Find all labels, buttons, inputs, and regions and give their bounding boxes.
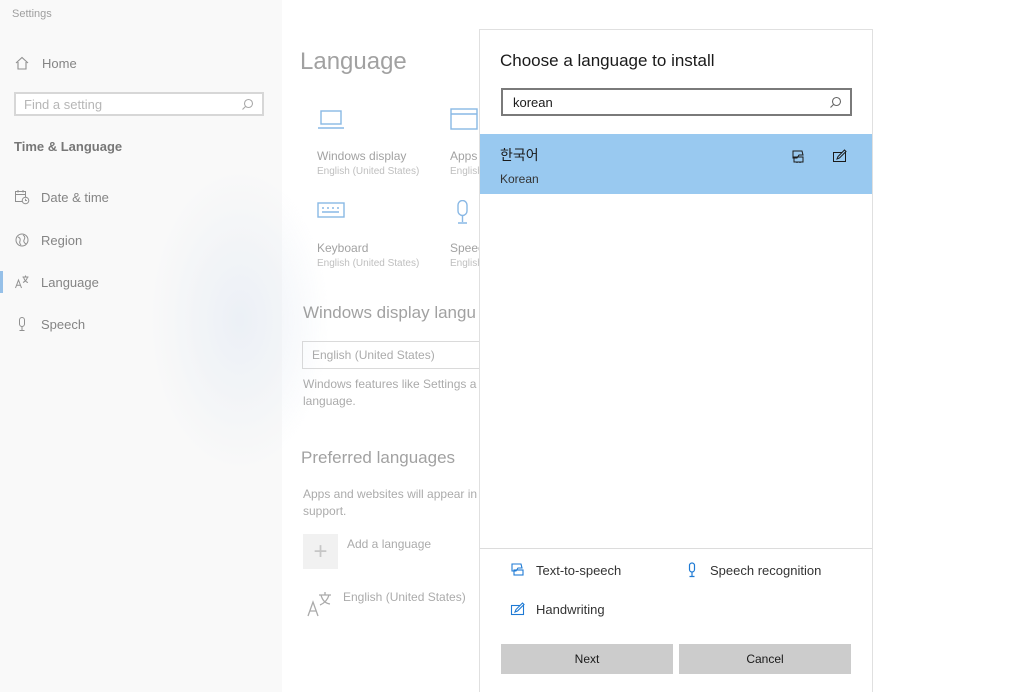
search-icon (242, 98, 254, 110)
display-language-desc: Windows features like Settings a languag… (303, 376, 476, 410)
choose-language-dialog: Choose a language to install 한국어 Korean (479, 29, 873, 692)
language-result-korean[interactable]: 한국어 Korean (480, 134, 872, 194)
microphone-icon (19, 317, 25, 331)
feature-text-to-speech: Text-to-speech (510, 562, 621, 578)
display-language-desc-line: Windows features like Settings a (303, 377, 477, 391)
feature-label: Handwriting (536, 601, 605, 617)
feature-handwriting: Handwriting (510, 601, 605, 617)
feature-speech-recognition: Speech recognition (684, 562, 821, 578)
handwriting-icon (833, 149, 847, 162)
microphone-icon (688, 562, 696, 578)
display-language-dropdown[interactable]: English (United States) (302, 341, 492, 369)
next-button[interactable]: Next (501, 644, 673, 674)
display-language-desc-line: language. (303, 394, 356, 408)
tile-sub: English (450, 166, 483, 177)
laptop-icon (318, 110, 344, 129)
feature-label: Speech recognition (710, 562, 822, 578)
add-language-label[interactable]: Add a language (347, 536, 431, 553)
preferred-desc-line: support. (303, 504, 347, 518)
globe-icon (15, 233, 29, 247)
divider (480, 548, 872, 549)
language-search-input[interactable] (513, 94, 813, 110)
preferred-languages-desc: Apps and websites will appear in support… (303, 486, 477, 520)
tile-sub: English (United States) (317, 258, 420, 269)
keyboard-icon (317, 202, 345, 218)
preferred-desc-line: Apps and websites will appear in (303, 487, 478, 501)
language-native-name: 한국어 (500, 147, 539, 163)
sidebar-item-speech[interactable]: Speech (14, 313, 85, 335)
sidebar-item-label: Speech (41, 316, 86, 332)
handwriting-icon (510, 602, 525, 616)
preferred-languages-heading: Preferred languages (301, 448, 456, 467)
text-to-speech-icon (511, 563, 524, 576)
page-title: Language (300, 48, 407, 75)
add-language-button[interactable]: + (303, 534, 338, 569)
sidebar-item-label: Language (41, 274, 99, 290)
cancel-button[interactable]: Cancel (679, 644, 851, 674)
nav-home-label: Home (42, 55, 77, 71)
dialog-title: Choose a language to install (500, 51, 715, 70)
language-search-box[interactable] (501, 88, 852, 116)
language-icon (307, 592, 331, 617)
display-language-heading: Windows display langu (303, 303, 476, 322)
installed-language-label[interactable]: English (United States) (343, 589, 466, 606)
find-setting-search[interactable]: Find a setting (14, 92, 264, 116)
feature-label: Text-to-speech (536, 562, 622, 578)
language-result-list: 한국어 Korean (480, 134, 872, 548)
tile-label: Windows display (317, 149, 407, 163)
tile-label: Keyboard (317, 241, 369, 255)
active-indicator (0, 271, 3, 293)
text-to-speech-icon (792, 150, 804, 163)
microphone-icon (457, 199, 468, 224)
tile-apps[interactable]: Apps English (450, 108, 483, 177)
sidebar-item-region[interactable]: Region (14, 229, 82, 251)
language-english-name: Korean (500, 172, 539, 186)
window-title: Settings (12, 8, 52, 20)
tile-keyboard[interactable]: Keyboard English (United States) (317, 200, 419, 269)
plus-icon: + (313, 537, 328, 565)
sidebar-item-label: Region (41, 232, 83, 248)
tile-windows-display[interactable]: Windows display English (United States) (317, 108, 419, 177)
search-icon (830, 96, 842, 108)
language-icon (15, 275, 29, 289)
sidebar-item-date-time[interactable]: Date & time (14, 186, 109, 208)
sidebar: Settings Home Find a setting Time & Lang… (0, 0, 330, 692)
section-time-language: Time & Language (14, 139, 123, 154)
nav-home[interactable]: Home (14, 55, 77, 71)
find-setting-placeholder: Find a setting (24, 96, 103, 112)
tile-label: Apps (450, 149, 478, 163)
tile-sub: English (United States) (317, 166, 420, 177)
sidebar-item-language[interactable]: Language (14, 271, 99, 293)
window-icon (450, 108, 478, 130)
home-icon (15, 56, 29, 70)
calendar-clock-icon (15, 190, 30, 205)
sidebar-item-label: Date & time (41, 189, 109, 205)
